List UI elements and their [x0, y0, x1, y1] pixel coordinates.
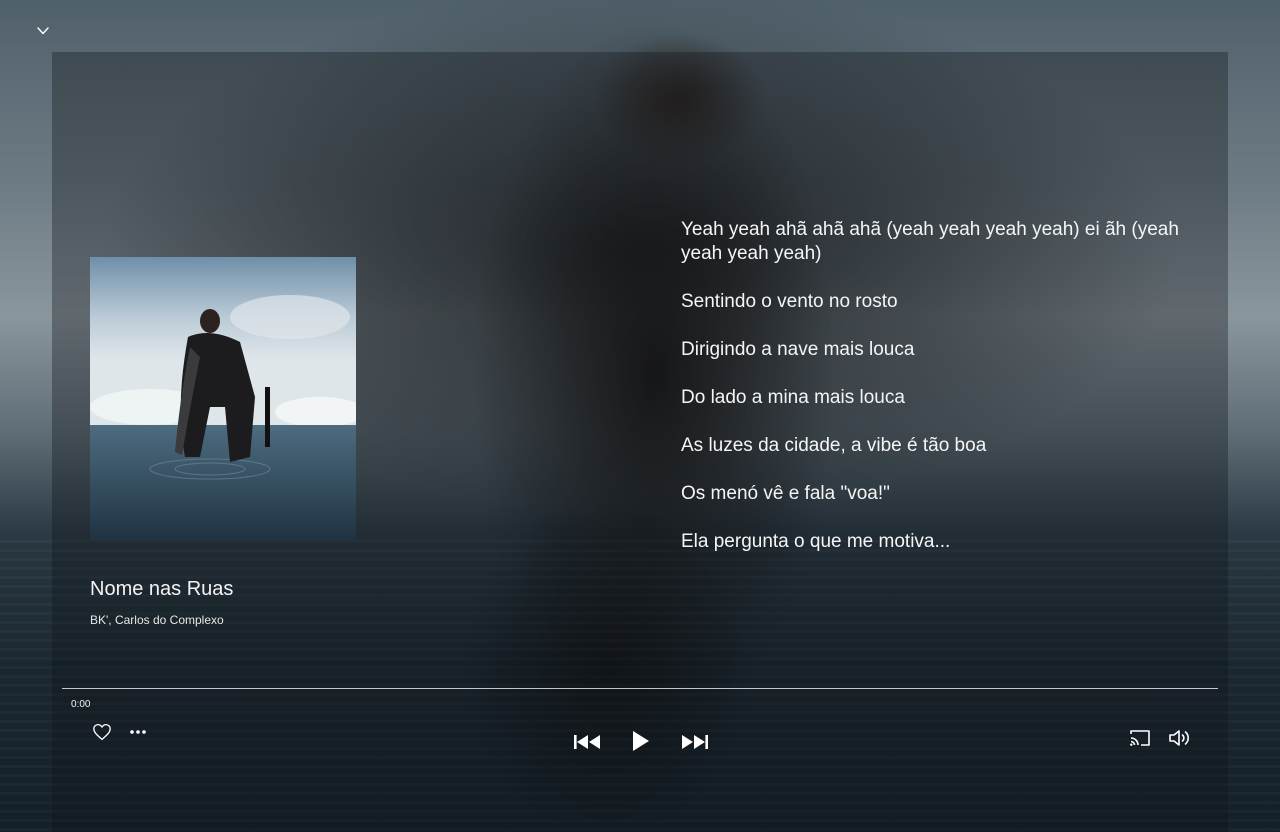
more-options-button[interactable]: [126, 722, 150, 742]
lyric-line[interactable]: Do lado a mina mais louca: [681, 386, 1201, 410]
lyric-line[interactable]: Os menó vê e fala "voa!": [681, 482, 1201, 506]
skip-next-icon: [682, 735, 708, 749]
lyric-line[interactable]: Ela pergunta o que me motiva...: [681, 530, 1201, 554]
lyric-line[interactable]: As luzes da cidade, a vibe é tão boa: [681, 434, 1201, 458]
volume-icon: [1169, 730, 1190, 746]
song-title: Nome nas Ruas: [90, 578, 234, 600]
heart-icon: [93, 723, 111, 741]
volume-button[interactable]: [1167, 726, 1193, 750]
album-cover: [90, 257, 356, 540]
chevron-down-icon: [37, 27, 49, 35]
lyrics-list: Yeah yeah ahã ahã ahã (yeah yeah yeah ye…: [681, 218, 1201, 578]
next-button[interactable]: [680, 730, 710, 754]
more-dots-icon: [130, 730, 146, 734]
like-button[interactable]: [90, 720, 114, 744]
previous-button[interactable]: [572, 730, 602, 754]
play-button[interactable]: [628, 728, 654, 754]
skip-previous-icon: [574, 735, 600, 749]
play-icon: [633, 731, 649, 751]
lyric-line[interactable]: Yeah yeah ahã ahã ahã (yeah yeah yeah ye…: [681, 218, 1201, 266]
song-artists[interactable]: BK', Carlos do Complexo: [90, 613, 224, 627]
cast-button[interactable]: [1127, 726, 1153, 750]
collapse-button[interactable]: [34, 22, 52, 40]
progress-bar[interactable]: [62, 688, 1218, 689]
lyric-line[interactable]: Dirigindo a nave mais louca: [681, 338, 1201, 362]
cast-icon: [1130, 730, 1150, 746]
current-time: 0:00: [71, 699, 91, 710]
lyric-line[interactable]: Sentindo o vento no rosto: [681, 290, 1201, 314]
